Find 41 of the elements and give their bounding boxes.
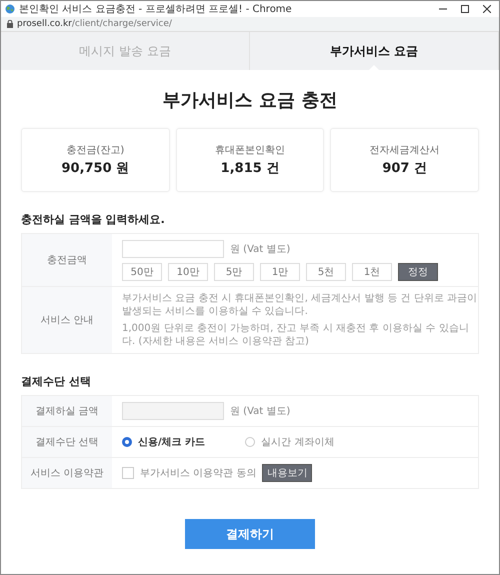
checkbox-label: 부가서비스 이용약관 동의: [140, 467, 256, 480]
radio-button[interactable]: [122, 437, 132, 447]
radio-label: 신용/체크 카드: [138, 436, 206, 449]
guide-text: 1,000원 단위로 충전이 가능하며, 잔고 부족 시 재충전 후 이용하실 수 있습니다. (자세한 내용은 서비스 이용약관 참고): [122, 322, 470, 348]
row-label: 서비스 이용약관: [30, 467, 104, 480]
amount-field[interactable]: [122, 240, 224, 258]
url-text: prosell.co.kr/client/charge/service/: [17, 19, 172, 29]
section-heading: 결제수단 선택: [21, 374, 92, 389]
card-value: 907 건: [382, 160, 428, 177]
amount-button[interactable]: 1천: [352, 263, 392, 281]
guide-text: 부가서비스 요금 충전 시 휴대폰본인확인, 세금계산서 발행 등 건 단위로 과금이 발생되는 서비스를 이용하실 수 있습니다.: [122, 292, 478, 318]
row-label: 서비스 안내: [40, 314, 94, 327]
row-label: 결제하실 금액: [35, 405, 99, 418]
card-label: 전자세금계산서: [370, 144, 440, 157]
lock-icon: [7, 20, 13, 28]
amount-button[interactable]: 5만: [214, 263, 254, 281]
card-label: 충전금(잔고): [66, 144, 124, 157]
reset-button[interactable]: 정정: [398, 263, 438, 281]
card-value: 90,750 원: [61, 160, 130, 177]
amount-button[interactable]: 5천: [306, 263, 346, 281]
maximize-icon[interactable]: [461, 5, 469, 13]
globe-icon: [5, 4, 15, 14]
view-terms-button[interactable]: 내용보기: [262, 464, 312, 482]
amount-button[interactable]: 10만: [168, 263, 208, 281]
amount-button[interactable]: 1만: [260, 263, 300, 281]
section-heading: 충전하실 금액을 입력하세요.: [21, 212, 166, 227]
address-bar[interactable]: prosell.co.kr/client/charge/service/: [1, 17, 499, 32]
row-label: 결제수단 선택: [35, 436, 99, 449]
row-label: 충전금액: [47, 254, 87, 267]
card-label: 휴대폰본인확인: [215, 144, 285, 157]
unit-label: 원 (Vat 별도): [230, 243, 290, 256]
amount-button[interactable]: 50만: [122, 263, 162, 281]
checkbox[interactable]: [122, 467, 134, 479]
radio-label: 실시간 계좌이체: [261, 436, 334, 449]
window-title: 본인확인 서비스 요금충전 - 프로셀하려면 프로셀! - Chrome: [19, 3, 292, 16]
card-value: 1,815 건: [220, 160, 280, 177]
unit-label: 원 (Vat 별도): [230, 405, 290, 418]
payment-amount-field[interactable]: [122, 402, 224, 420]
close-icon[interactable]: [483, 5, 491, 13]
page-title: 부가서비스 요금 충전: [162, 89, 338, 112]
pay-button[interactable]: 결제하기: [185, 519, 315, 549]
